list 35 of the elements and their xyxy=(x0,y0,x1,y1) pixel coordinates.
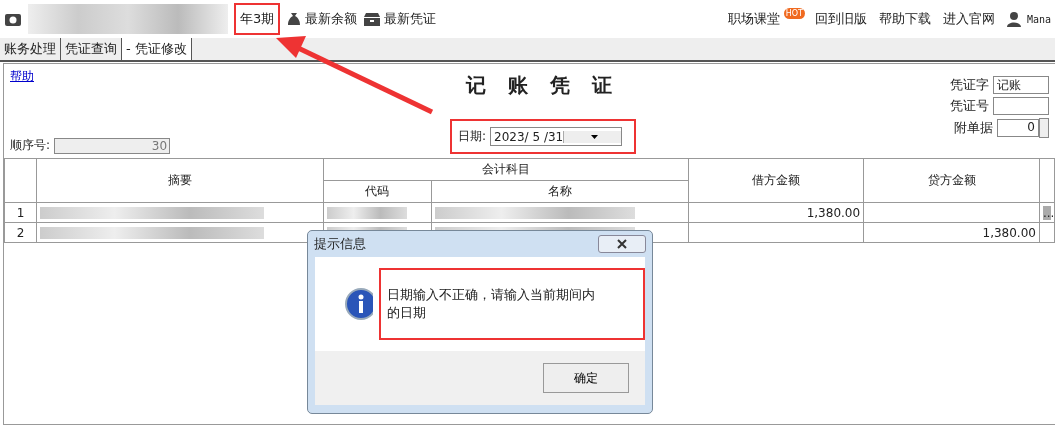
help-link[interactable]: 帮助 xyxy=(10,68,410,85)
ok-button[interactable]: 确定 xyxy=(543,363,629,393)
tab[interactable]: - 凭证修改 xyxy=(122,38,192,60)
date-picker[interactable]: 2023/ 5 /31 xyxy=(490,127,623,146)
more-button[interactable]: ... xyxy=(1042,205,1051,220)
voucher-title: 记账凭证 xyxy=(466,72,634,99)
period-label: 年3期 xyxy=(240,10,275,28)
nav-link[interactable]: 进入官网 xyxy=(942,10,995,28)
dialog-title: 提示信息 xyxy=(314,235,366,253)
dialog-message: 日期输入不正确，请输入当前期间内的日期 xyxy=(387,287,595,320)
column-header: 会计科目 xyxy=(323,158,689,181)
row-number: 1 xyxy=(4,202,37,223)
attachments-field[interactable]: 0 xyxy=(997,119,1039,137)
row-number: 2 xyxy=(4,222,37,243)
hot-badge: HOT xyxy=(783,7,805,19)
field-label: 顺序号: xyxy=(10,137,51,154)
column-header: 代码 xyxy=(323,180,432,203)
field-label: 凭证字 xyxy=(950,76,989,94)
column-header: 借方金额 xyxy=(688,158,864,203)
field-label: 日期: xyxy=(458,128,487,145)
voucher-type-field[interactable]: 记账 xyxy=(993,76,1049,94)
user-menu[interactable]: Mana xyxy=(1006,11,1051,27)
field-label: 附单据 xyxy=(954,119,993,137)
nav-link[interactable]: 回到旧版 xyxy=(814,10,867,28)
sequence-field[interactable]: 30 xyxy=(54,137,171,154)
nav-link[interactable]: 职场课堂 xyxy=(727,10,780,28)
field-label: 凭证号 xyxy=(950,97,989,115)
table-cell: 1,380.00 xyxy=(688,202,864,223)
nav-link[interactable]: 帮助下载 xyxy=(878,10,931,28)
tab[interactable]: 账务处理 xyxy=(0,38,61,60)
column-header: 摘要 xyxy=(36,158,324,203)
toolbar-button[interactable]: 最新余额 xyxy=(286,10,358,28)
toolbar-button[interactable]: 最新凭证 xyxy=(363,10,437,28)
column-header: 贷方金额 xyxy=(863,158,1040,203)
table-cell: 1,380.00 xyxy=(863,222,1040,243)
